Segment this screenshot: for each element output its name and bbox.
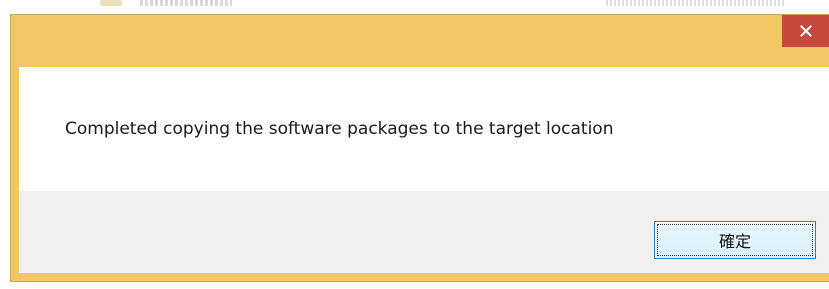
background-window-edge	[0, 14, 10, 289]
background-window-strip	[0, 0, 829, 14]
dialog-message: Completed copying the software packages …	[65, 119, 614, 139]
dialog-button-area: 確定	[19, 191, 829, 273]
close-icon	[799, 25, 812, 37]
background-folder-icon	[100, 0, 122, 6]
message-dialog: Completed copying the software packages …	[10, 14, 829, 282]
dialog-content: Completed copying the software packages …	[19, 67, 829, 191]
ok-button[interactable]: 確定	[654, 221, 816, 259]
title-bar[interactable]	[11, 15, 829, 67]
close-button[interactable]	[782, 15, 829, 47]
background-blurred-text	[140, 0, 232, 6]
background-blurred-text-right	[606, 0, 786, 6]
ok-button-label: 確定	[718, 232, 751, 251]
